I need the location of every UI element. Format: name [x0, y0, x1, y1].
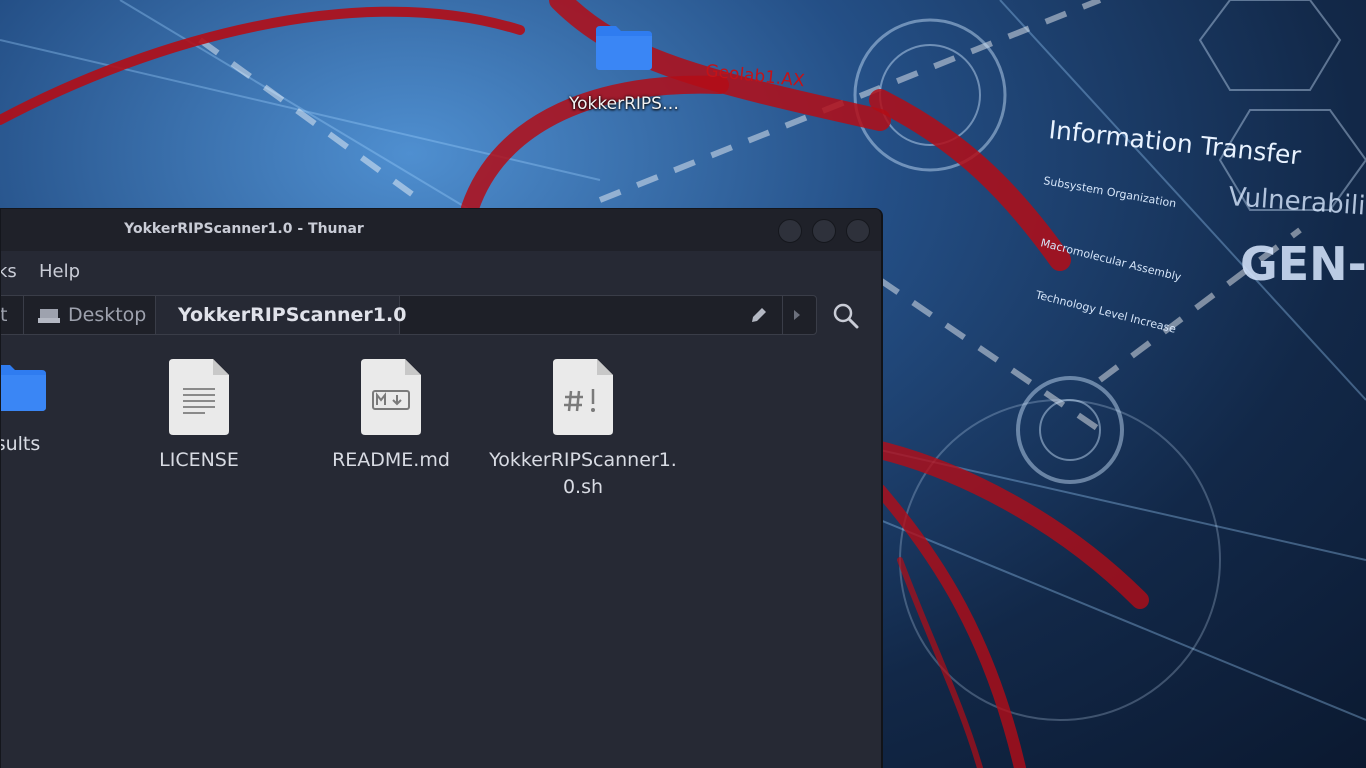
wallpaper-tech: Technology Level Increase	[1033, 288, 1177, 336]
breadcrumb-root[interactable]: t	[0, 296, 24, 334]
breadcrumb-current[interactable]: YokkerRIPScanner1.0	[156, 296, 406, 334]
scroll-path-right-button[interactable]	[782, 296, 812, 334]
search-button[interactable]	[833, 303, 859, 333]
maximize-button[interactable]	[812, 219, 836, 243]
wallpaper-heading: Information Transfer	[1047, 115, 1303, 170]
desktop-folder-shortcut[interactable]: YokkerRIPS…	[552, 24, 696, 114]
close-button[interactable]	[846, 219, 870, 243]
menubar: ks Help	[1, 251, 881, 291]
desktop: Information Transfer Geolab1.AX Subsyste…	[0, 0, 1366, 768]
breadcrumb-label: YokkerRIPScanner1.0	[178, 304, 407, 326]
file-item-script[interactable]: YokkerRIPScanner1.0.sh	[488, 359, 678, 501]
wallpaper-subsystem: Subsystem Organization	[1042, 174, 1177, 210]
minimize-button[interactable]	[778, 219, 802, 243]
file-item-results[interactable]: sults	[0, 359, 113, 458]
menu-bookmarks[interactable]: ks	[1, 261, 17, 282]
wallpaper-gen: GEN-0	[1240, 237, 1366, 291]
file-view[interactable]: sults LICENSE README.md YokkerRIPScanner…	[1, 343, 881, 768]
path-bar: t Desktop YokkerRIPScanner1.0	[0, 295, 817, 335]
script-file-icon	[553, 359, 613, 435]
file-name: README.md	[332, 449, 450, 471]
folder-icon	[596, 26, 652, 70]
text-file-icon	[169, 359, 229, 435]
file-item-license[interactable]: LICENSE	[104, 359, 294, 474]
titlebar[interactable]: YokkerRIPScanner1.0 - Thunar	[1, 209, 881, 251]
search-icon	[833, 303, 859, 329]
file-name: YokkerRIPScanner1.0.sh	[489, 449, 677, 498]
thunar-window: YokkerRIPScanner1.0 - Thunar ks Help t D…	[0, 208, 883, 768]
breadcrumb-desktop[interactable]: Desktop	[24, 296, 156, 334]
chevron-right-icon	[794, 310, 800, 320]
edit-location-button[interactable]	[750, 306, 768, 328]
file-item-readme[interactable]: README.md	[296, 359, 486, 474]
desktop-icon-label: YokkerRIPS…	[569, 94, 679, 114]
breadcrumb-label: Desktop	[68, 304, 147, 326]
pencil-icon	[752, 308, 766, 322]
breadcrumb-label: t	[0, 304, 8, 326]
file-name: LICENSE	[159, 449, 239, 471]
file-name: sults	[0, 433, 41, 455]
menu-help[interactable]: Help	[39, 261, 80, 282]
window-title: YokkerRIPScanner1.0 - Thunar	[124, 221, 364, 237]
markdown-file-icon	[361, 359, 421, 435]
folder-icon	[1, 365, 46, 411]
hdd-icon	[38, 308, 60, 323]
